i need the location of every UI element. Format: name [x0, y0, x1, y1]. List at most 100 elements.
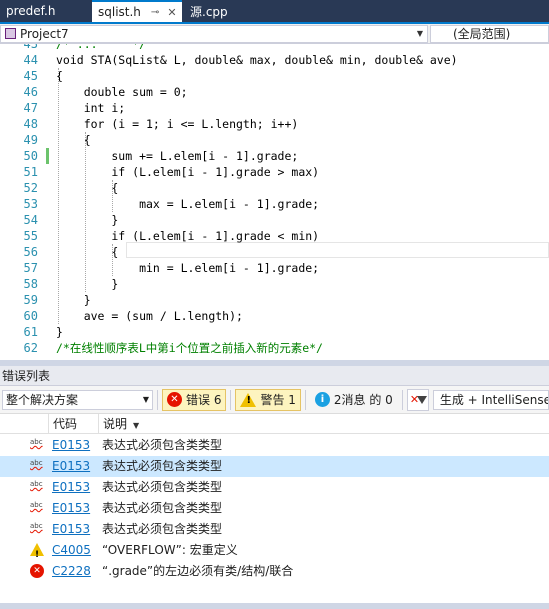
filter-icon[interactable]: ✕: [406, 388, 429, 411]
column-header-label: 代码: [53, 417, 78, 431]
scope-dropdown[interactable]: (全局范围): [430, 24, 549, 43]
code-text: }: [56, 293, 91, 307]
code-line: 62 /*在线性顺序表L中第i个位置之前插入新的元素e*/: [0, 340, 549, 356]
line-number: 47: [23, 101, 38, 115]
scope-label: (全局范围): [453, 27, 511, 41]
toolbar-separator: [401, 389, 403, 410]
line-number: 58: [23, 277, 38, 291]
line-number: 59: [23, 293, 38, 307]
line-number: 44: [23, 53, 38, 67]
spelling-error-icon: abc: [30, 459, 43, 467]
code-line: 58 }: [0, 276, 549, 292]
solution-scope-select[interactable]: 整个解决方案 ▼: [2, 389, 153, 410]
info-icon: i: [314, 392, 330, 407]
code-text: }: [56, 277, 119, 291]
document-tab-strip: predef.h sqlist.h ⊸ ✕ 源.cpp: [0, 0, 549, 22]
code-text: {: [56, 133, 91, 147]
column-header-label: 说明: [103, 417, 128, 431]
chevron-down-icon: ▼: [142, 395, 150, 404]
error-list-header: 代码 说明 ▼: [0, 414, 549, 434]
code-line: 57 min = L.elem[i - 1].grade;: [0, 260, 549, 276]
code-line: 47 int i;: [0, 100, 549, 116]
line-number: 54: [23, 213, 38, 227]
tab-predef-h[interactable]: predef.h: [0, 0, 92, 22]
column-header-code[interactable]: 代码: [48, 414, 98, 434]
line-number: 57: [23, 261, 38, 275]
pin-icon[interactable]: ⊸: [151, 7, 159, 18]
tab-strip-filler: [250, 0, 549, 22]
warnings-filter-button[interactable]: 警告 1: [235, 388, 301, 411]
error-list-title: 错误列表: [0, 366, 549, 386]
project-icon: [5, 28, 16, 39]
error-code-link[interactable]: C4005: [52, 540, 91, 561]
toolbar-separator: [230, 389, 232, 410]
build-select-label: 生成 + IntelliSense: [439, 393, 549, 407]
error-description: “OVERFLOW”: 宏重定义: [102, 543, 238, 557]
messages-filter-label: 2消息 的 0: [333, 393, 393, 407]
error-list-toolbar: 整个解决方案 ▼ ✕ 错误 6 警告 1 i 2消息 的 0 ✕ 生成 + In…: [0, 386, 549, 414]
code-text: {: [56, 245, 119, 259]
error-row[interactable]: abc E0153 表达式必须包含类类型: [0, 456, 549, 477]
error-row[interactable]: abc E0153 表达式必须包含类类型: [0, 498, 549, 519]
error-row[interactable]: abc E0153 表达式必须包含类类型: [0, 519, 549, 540]
line-number: 45: [23, 69, 38, 83]
spelling-error-icon: abc: [30, 522, 43, 530]
code-text: {: [56, 69, 63, 83]
errors-filter-button[interactable]: ✕ 错误 6: [162, 388, 227, 411]
tab-source-cpp[interactable]: 源.cpp: [184, 0, 250, 22]
project-name: Project7: [20, 26, 69, 41]
error-row[interactable]: abc E0153 表达式必须包含类类型: [0, 435, 549, 456]
scope-select-label: 整个解决方案: [6, 393, 79, 407]
line-number: 46: [23, 85, 38, 99]
error-description: “.grade”的左边必须有类/结构/联合: [102, 564, 294, 578]
error-description: 表达式必须包含类类型: [102, 459, 223, 473]
code-line: 44 void STA(SqList& L, double& max, doub…: [0, 52, 549, 68]
errors-filter-label: 错误 6: [186, 393, 222, 407]
code-line: 43 /* ... */: [0, 44, 549, 52]
error-row[interactable]: abc E0153 表达式必须包含类类型: [0, 477, 549, 498]
code-line: 53 max = L.elem[i - 1].grade;: [0, 196, 549, 212]
sort-descending-icon: ▼: [133, 421, 140, 430]
code-line: 60 ave = (sum / L.length);: [0, 308, 549, 324]
close-icon[interactable]: ✕: [167, 6, 176, 19]
code-text: int i;: [56, 101, 126, 115]
column-header-description[interactable]: 说明 ▼: [98, 414, 549, 434]
code-text: }: [56, 325, 63, 339]
messages-filter-button[interactable]: i 2消息 的 0: [310, 389, 398, 411]
bottom-panel-strip: [0, 603, 549, 609]
spelling-error-icon: abc: [30, 501, 43, 509]
line-number: 50: [23, 149, 38, 163]
code-text: if (L.elem[i - 1].grade > max): [56, 165, 320, 179]
code-text: for (i = 1; i <= L.length; i++): [56, 117, 299, 131]
spelling-error-icon: abc: [30, 438, 43, 446]
code-text: ave = (sum / L.length);: [56, 309, 243, 323]
error-code-link[interactable]: E0153: [52, 435, 90, 456]
warnings-filter-label: 警告 1: [260, 393, 296, 407]
code-line: 45 {: [0, 68, 549, 84]
error-row[interactable]: C4005 “OVERFLOW”: 宏重定义: [0, 540, 549, 566]
line-number: 60: [23, 309, 38, 323]
line-number: 62: [23, 341, 38, 355]
error-code-link[interactable]: E0153: [52, 477, 90, 498]
build-source-select[interactable]: 生成 + IntelliSense: [432, 389, 549, 410]
error-code-link[interactable]: E0153: [52, 456, 90, 477]
code-line: 55 if (L.elem[i - 1].grade < min): [0, 228, 549, 244]
tab-label: sqlist.h: [98, 5, 141, 19]
code-editor[interactable]: 43 /* ... */ 44 void STA(SqList& L, doub…: [0, 44, 549, 360]
error-code-link[interactable]: C2228: [52, 561, 91, 582]
line-number: 56: [23, 245, 38, 259]
error-row[interactable]: ✕ C2228 “.grade”的左边必须有类/结构/联合: [0, 561, 549, 582]
error-code-link[interactable]: E0153: [52, 498, 90, 519]
project-dropdown[interactable]: Project7 ▼: [0, 24, 428, 43]
code-line: 48 for (i = 1; i <= L.length; i++): [0, 116, 549, 132]
error-description: 表达式必须包含类类型: [102, 480, 223, 494]
code-text: double sum = 0;: [56, 85, 188, 99]
warning-icon: [30, 543, 44, 566]
spelling-error-icon: abc: [30, 480, 43, 488]
code-text: /* ... */: [56, 44, 147, 51]
toolbar-separator: [304, 389, 306, 410]
tab-sqlist-h[interactable]: sqlist.h ⊸ ✕: [92, 0, 182, 22]
code-line: 59 }: [0, 292, 549, 308]
error-code-link[interactable]: E0153: [52, 519, 90, 540]
code-text: min = L.elem[i - 1].grade;: [56, 261, 320, 275]
